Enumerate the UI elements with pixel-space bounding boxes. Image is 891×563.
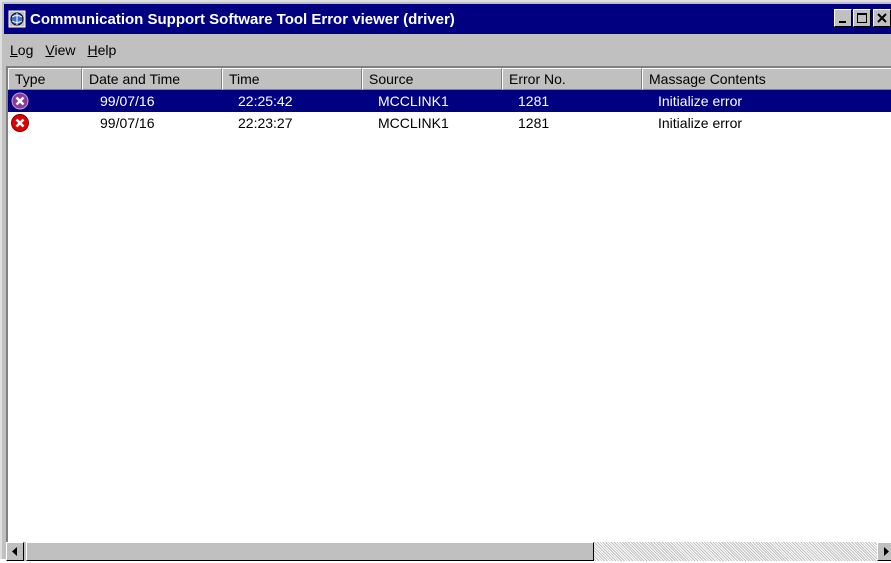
arrow-right-icon (884, 547, 889, 556)
close-icon (877, 13, 887, 23)
menu-bar: Log View Help (4, 38, 122, 62)
row-source: MCCLINK1 (378, 93, 449, 109)
column-header-date-and-time[interactable]: Date and Time (82, 68, 222, 90)
row-message: Initialize error (658, 115, 743, 131)
table-row[interactable]: 99/07/16 22:23:27 MCCLINK1 1281 Initiali… (8, 112, 891, 134)
arrow-left-icon (12, 547, 17, 556)
row-time: 22:23:27 (238, 115, 293, 131)
title-bar[interactable]: Communication Support Software Tool Erro… (4, 4, 891, 34)
row-time: 22:25:42 (238, 93, 293, 109)
error-list[interactable]: Type Date and Time Time Source Error No.… (6, 66, 891, 542)
minimize-icon (839, 21, 846, 23)
list-header: Type Date and Time Time Source Error No.… (8, 68, 891, 90)
horizontal-scrollbar[interactable] (6, 542, 891, 561)
row-message: Initialize error (658, 93, 743, 109)
table-row[interactable]: 99/07/16 22:25:42 MCCLINK1 1281 Initiali… (8, 90, 891, 112)
column-header-message-contents[interactable]: Massage Contents (642, 68, 891, 90)
scroll-right-button[interactable] (877, 542, 891, 561)
column-header-time[interactable]: Time (222, 68, 362, 90)
scroll-left-button[interactable] (6, 542, 24, 561)
maximize-icon (857, 13, 867, 23)
close-button[interactable] (873, 9, 891, 27)
row-error-no: 1281 (518, 115, 550, 131)
row-error-no: 1281 (518, 93, 550, 109)
column-header-source[interactable]: Source (362, 68, 502, 90)
column-header-error-no[interactable]: Error No. (502, 68, 642, 90)
row-date: 99/07/16 (100, 115, 155, 131)
row-date: 99/07/16 (100, 93, 155, 109)
error-icon (10, 91, 30, 111)
maximize-button[interactable] (853, 9, 871, 27)
app-globe-icon[interactable] (8, 10, 26, 28)
menu-help[interactable]: Help (81, 42, 122, 58)
column-header-type[interactable]: Type (8, 68, 82, 90)
error-icon (10, 113, 30, 133)
menu-view[interactable]: View (39, 42, 81, 58)
scroll-track[interactable] (594, 542, 877, 561)
window-title: Communication Support Software Tool Erro… (30, 10, 455, 28)
error-viewer-window: Communication Support Software Tool Erro… (0, 0, 891, 561)
minimize-button[interactable] (834, 9, 852, 27)
scroll-thumb[interactable] (26, 542, 594, 561)
row-source: MCCLINK1 (378, 115, 449, 131)
menu-log[interactable]: Log (4, 42, 39, 58)
caption-buttons (833, 9, 891, 27)
